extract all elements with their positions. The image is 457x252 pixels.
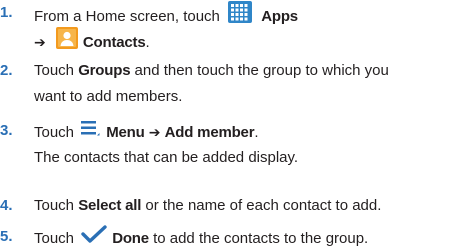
step-text: and then touch the group to which you bbox=[130, 62, 389, 79]
step-number: 4. bbox=[0, 197, 13, 214]
step-bold-term: Apps bbox=[261, 7, 298, 25]
step-number: 2. bbox=[0, 62, 13, 79]
step-body: From a Home screen, touch Apps ➔ Contact… bbox=[34, 1, 298, 51]
step-number: 3. bbox=[0, 122, 13, 139]
step-bold-term: Groups bbox=[78, 62, 131, 79]
checkmark-icon bbox=[81, 225, 107, 249]
step-line: Touch Menu ➔ Add member. bbox=[34, 121, 298, 141]
arrow-icon: ➔ bbox=[148, 124, 161, 141]
step-text: to add the contacts to the group. bbox=[148, 229, 369, 247]
step-line: From a Home screen, touch Apps bbox=[34, 1, 298, 25]
step-body: Touch Groups and then touch the group to… bbox=[34, 61, 389, 107]
menu-icon bbox=[80, 119, 100, 143]
arrow-icon: ➔ bbox=[34, 34, 46, 51]
step-line: Touch Select all or the name of each con… bbox=[34, 196, 381, 216]
step-bold-term: Done bbox=[112, 229, 149, 247]
step-line: ➔ Contacts. bbox=[34, 27, 298, 51]
step-number: 5. bbox=[0, 228, 13, 245]
step-bold-term: Add member bbox=[164, 123, 255, 141]
apps-grid-icon bbox=[228, 1, 253, 29]
step-line: Touch Groups and then touch the group to… bbox=[34, 61, 389, 81]
step-bold-term: Select all bbox=[78, 197, 142, 214]
step-text: or the name of each contact to add. bbox=[141, 197, 382, 214]
step-body: Touch Done to add the contacts to the gr… bbox=[34, 225, 369, 249]
step-text: . bbox=[254, 123, 259, 141]
step-text: Touch bbox=[34, 123, 79, 141]
step-text: . bbox=[145, 33, 150, 51]
contacts-icon bbox=[55, 27, 78, 55]
step-bold-term: Contacts bbox=[82, 33, 146, 51]
step-bold-term: Menu bbox=[106, 123, 145, 141]
step-line: want to add members. bbox=[34, 88, 183, 105]
step-line: The contacts that can be added display. bbox=[34, 149, 299, 166]
step-body: Touch Select all or the name of each con… bbox=[34, 196, 381, 216]
step-text: Touch bbox=[34, 197, 79, 214]
step-line: Touch Done to add the contacts to the gr… bbox=[34, 225, 369, 249]
step-body: Touch Menu ➔ Add member. The contacts th… bbox=[34, 121, 298, 168]
step-text: Touch bbox=[34, 229, 79, 247]
step-text: Touch bbox=[34, 62, 79, 79]
instructions-list: 1. From a Home screen, touch Apps ➔ Cont… bbox=[0, 0, 457, 252]
step-text: From a Home screen, touch bbox=[34, 7, 220, 25]
step-number: 1. bbox=[0, 4, 13, 21]
